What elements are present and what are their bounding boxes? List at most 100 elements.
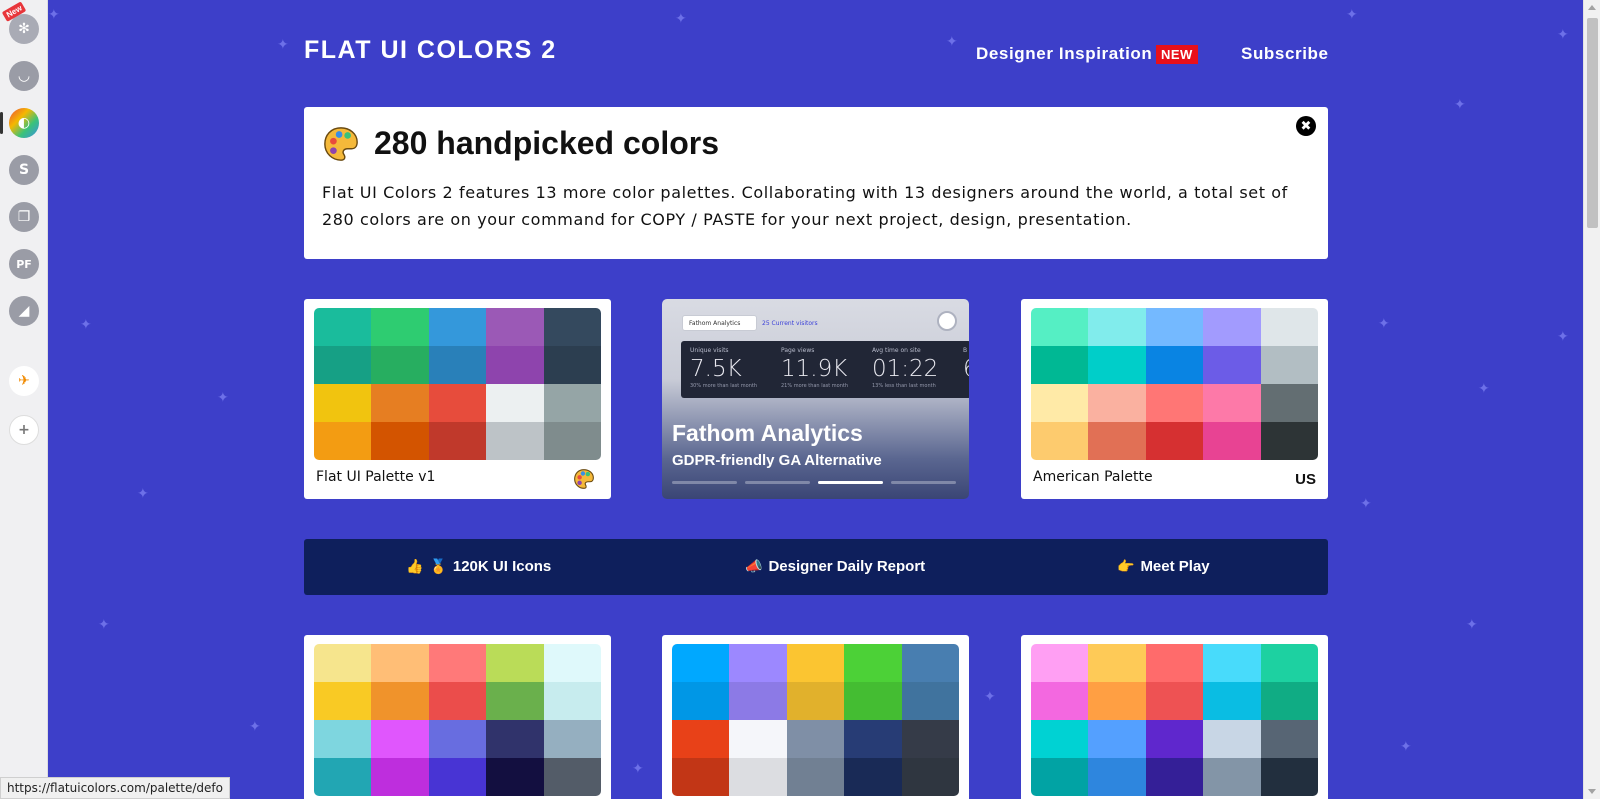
fathom-ad-card[interactable]: Fathom Analytics 25 Current visitors Uni…	[662, 299, 969, 499]
color-swatch[interactable]	[428, 422, 487, 460]
color-swatch[interactable]	[844, 758, 902, 796]
color-swatch[interactable]	[486, 720, 544, 758]
color-swatch[interactable]	[543, 682, 601, 720]
color-swatch[interactable]	[1260, 422, 1318, 460]
site-title[interactable]: FLAT UI COLORS 2	[304, 36, 557, 65]
color-swatch[interactable]	[371, 346, 429, 384]
color-swatch[interactable]	[1088, 422, 1146, 460]
color-swatch[interactable]	[1031, 644, 1089, 682]
color-swatch[interactable]	[1145, 682, 1204, 720]
scroll-thumb[interactable]	[1587, 18, 1598, 228]
color-swatch[interactable]	[486, 422, 544, 460]
color-swatch[interactable]	[428, 644, 487, 682]
color-swatch[interactable]	[786, 644, 845, 682]
color-swatch[interactable]	[486, 308, 544, 346]
palette-card[interactable]	[1021, 635, 1328, 799]
color-swatch[interactable]	[786, 720, 845, 758]
color-swatch[interactable]	[1031, 720, 1089, 758]
color-swatch[interactable]	[844, 644, 902, 682]
palette-card[interactable]	[662, 635, 969, 799]
color-swatch[interactable]	[314, 384, 372, 422]
banner-link-meet-play[interactable]: 👉 Meet Play	[1117, 558, 1210, 575]
color-swatch[interactable]	[1260, 682, 1318, 720]
dock-app-2-icon[interactable]: ◡	[9, 61, 39, 91]
page-scrollbar[interactable]	[1583, 0, 1600, 799]
swatch-grid[interactable]	[1031, 308, 1318, 460]
color-swatch[interactable]	[1260, 384, 1318, 422]
color-swatch[interactable]	[1088, 384, 1146, 422]
banner-link-daily-report[interactable]: 📣 Designer Daily Report	[745, 558, 925, 575]
color-swatch[interactable]	[1145, 720, 1204, 758]
color-swatch[interactable]	[428, 346, 487, 384]
color-swatch[interactable]	[1203, 308, 1261, 346]
color-swatch[interactable]	[1145, 384, 1204, 422]
swatch-grid[interactable]	[314, 308, 601, 460]
color-swatch[interactable]	[1203, 384, 1261, 422]
color-swatch[interactable]	[901, 682, 959, 720]
color-swatch[interactable]	[543, 422, 601, 460]
color-swatch[interactable]	[901, 758, 959, 796]
color-swatch[interactable]	[729, 682, 787, 720]
color-swatch[interactable]	[543, 720, 601, 758]
color-swatch[interactable]	[1145, 758, 1204, 796]
color-swatch[interactable]	[729, 720, 787, 758]
color-swatch[interactable]	[729, 758, 787, 796]
color-swatch[interactable]	[672, 644, 730, 682]
color-swatch[interactable]	[1088, 346, 1146, 384]
color-swatch[interactable]	[428, 682, 487, 720]
color-swatch[interactable]	[1203, 758, 1261, 796]
color-swatch[interactable]	[1031, 758, 1089, 796]
color-swatch[interactable]	[543, 644, 601, 682]
color-swatch[interactable]	[314, 758, 372, 796]
color-swatch[interactable]	[486, 758, 544, 796]
color-swatch[interactable]	[314, 682, 372, 720]
swatch-grid[interactable]	[314, 644, 601, 796]
color-swatch[interactable]	[672, 720, 730, 758]
color-swatch[interactable]	[1031, 346, 1089, 384]
color-swatch[interactable]	[371, 384, 429, 422]
color-swatch[interactable]	[901, 644, 959, 682]
color-swatch[interactable]	[371, 720, 429, 758]
color-swatch[interactable]	[1088, 308, 1146, 346]
palette-card-american[interactable]: American Palette US	[1021, 299, 1328, 499]
carousel-dot-active[interactable]	[818, 481, 883, 484]
color-swatch[interactable]	[543, 308, 601, 346]
carousel-dot[interactable]	[891, 481, 956, 484]
color-swatch[interactable]	[729, 644, 787, 682]
color-swatch[interactable]	[1088, 720, 1146, 758]
nav-designer-inspiration[interactable]: Designer Inspiration	[976, 44, 1152, 64]
color-swatch[interactable]	[786, 758, 845, 796]
dock-app-1-icon[interactable]: ✻	[9, 14, 39, 44]
color-swatch[interactable]	[371, 422, 429, 460]
close-icon[interactable]: ✖	[1296, 116, 1316, 136]
color-swatch[interactable]	[428, 308, 487, 346]
color-swatch[interactable]	[1260, 346, 1318, 384]
color-swatch[interactable]	[1145, 346, 1204, 384]
dock-app-5-icon[interactable]: ❐	[9, 202, 39, 232]
scroll-down-arrow-icon[interactable]	[1588, 789, 1596, 794]
color-swatch[interactable]	[371, 682, 429, 720]
palette-card[interactable]	[304, 635, 611, 799]
color-swatch[interactable]	[1145, 644, 1204, 682]
color-swatch[interactable]	[543, 346, 601, 384]
color-swatch[interactable]	[543, 384, 601, 422]
color-swatch[interactable]	[1203, 682, 1261, 720]
color-swatch[interactable]	[1088, 644, 1146, 682]
color-swatch[interactable]	[844, 682, 902, 720]
color-swatch[interactable]	[1031, 682, 1089, 720]
color-swatch[interactable]	[314, 720, 372, 758]
color-swatch[interactable]	[844, 720, 902, 758]
dock-app-7-icon[interactable]: ◢	[9, 296, 39, 326]
banner-link-ui-icons[interactable]: 👍 🏅 120K UI Icons	[406, 558, 551, 575]
dock-app-8-icon[interactable]: ✈	[9, 366, 39, 396]
color-swatch[interactable]	[1145, 308, 1204, 346]
color-swatch[interactable]	[1260, 308, 1318, 346]
scroll-up-arrow-icon[interactable]	[1588, 5, 1596, 10]
color-swatch[interactable]	[672, 682, 730, 720]
color-swatch[interactable]	[901, 720, 959, 758]
color-swatch[interactable]	[486, 682, 544, 720]
palette-card-flat-ui-v1[interactable]: Flat UI Palette v1	[304, 299, 611, 499]
color-swatch[interactable]	[371, 308, 429, 346]
carousel-dot[interactable]	[672, 481, 737, 484]
color-swatch[interactable]	[314, 346, 372, 384]
